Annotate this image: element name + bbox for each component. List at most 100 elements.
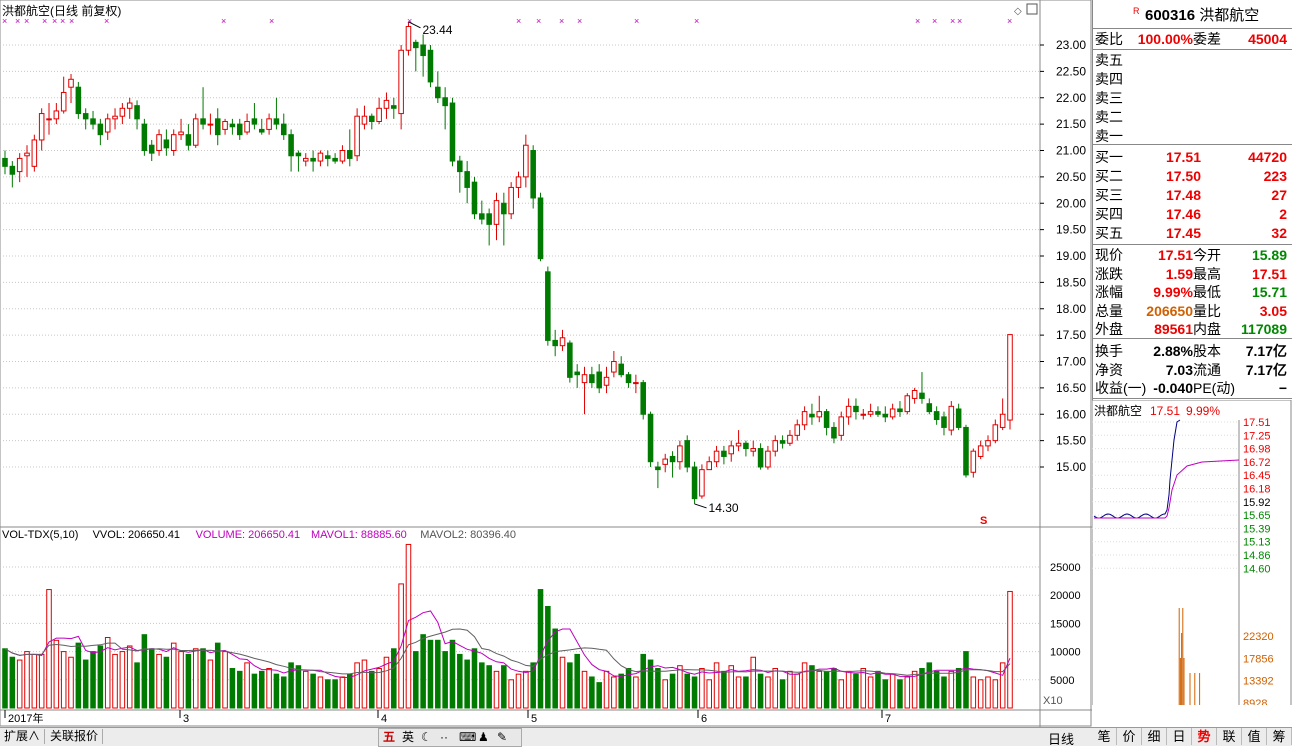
volume-bar bbox=[721, 670, 727, 709]
candle-body bbox=[464, 171, 470, 188]
sell-row[interactable]: 卖三 bbox=[1093, 89, 1291, 107]
candle bbox=[258, 118, 265, 135]
weibi-row: 委比 100.00% 委差 45004 bbox=[1093, 30, 1291, 48]
ime-item[interactable]: ·· bbox=[440, 729, 448, 745]
stat-row: 涨幅 9.99% 最低 15.71 bbox=[1093, 283, 1291, 301]
candle-body bbox=[596, 371, 602, 389]
buy-row[interactable]: 买四 17.46 2 bbox=[1093, 205, 1291, 223]
candle bbox=[97, 118, 104, 146]
volume-bar bbox=[369, 670, 375, 709]
mini-price-tick: 16.98 bbox=[1243, 444, 1271, 456]
candle bbox=[735, 430, 742, 452]
price-tick-label: 22.00 bbox=[1056, 91, 1086, 105]
stat-label: 现价 bbox=[1095, 247, 1123, 263]
mini-vol-tick: 8928 bbox=[1243, 698, 1267, 705]
volume-bar bbox=[442, 651, 448, 709]
candle-body bbox=[559, 337, 566, 347]
candle bbox=[640, 379, 646, 420]
ime-item[interactable]: ☾ bbox=[421, 729, 432, 745]
volume-tick-label: 5000 bbox=[1050, 675, 1074, 687]
tab-3[interactable]: 日 bbox=[1167, 728, 1192, 745]
period-label[interactable]: 日线 bbox=[1048, 729, 1074, 748]
volume-bar bbox=[280, 676, 287, 709]
buy-row[interactable]: 买三 17.48 27 bbox=[1093, 186, 1291, 204]
signal-marker: × bbox=[2, 16, 7, 26]
candle-body bbox=[904, 395, 911, 413]
candle-body bbox=[515, 176, 522, 188]
candle bbox=[464, 161, 470, 204]
candle bbox=[435, 71, 441, 104]
candle-body bbox=[640, 382, 646, 415]
ime-item[interactable]: ♟ bbox=[478, 729, 489, 745]
panel-separator bbox=[1093, 338, 1292, 339]
candle-body bbox=[574, 371, 580, 376]
volume-bar bbox=[801, 662, 808, 709]
candle bbox=[332, 153, 338, 164]
candle-body bbox=[207, 123, 214, 126]
price-tick-label: 17.00 bbox=[1056, 355, 1086, 369]
buy-row[interactable]: 买五 17.45 32 bbox=[1093, 224, 1291, 242]
price-tick-label: 19.00 bbox=[1056, 249, 1086, 263]
buy-row[interactable]: 买二 17.50 223 bbox=[1093, 167, 1291, 185]
candle-body bbox=[919, 392, 925, 399]
stat-value: 1.59 bbox=[1165, 265, 1193, 282]
sell-row[interactable]: 卖一 bbox=[1093, 127, 1291, 145]
sell-row[interactable]: 卖二 bbox=[1093, 108, 1291, 126]
volume-bar bbox=[860, 668, 867, 709]
price-tick-label: 18.50 bbox=[1056, 275, 1086, 289]
candle bbox=[493, 192, 500, 241]
candle-body bbox=[405, 26, 412, 51]
date-label: 3 bbox=[183, 713, 189, 725]
tab-5[interactable]: 联 bbox=[1217, 728, 1242, 745]
stock-code: 600316 bbox=[1145, 7, 1196, 24]
sell-row[interactable]: 卖五 bbox=[1093, 51, 1291, 69]
expand-button[interactable]: 扩展∧ bbox=[0, 729, 46, 744]
volume-bar bbox=[134, 662, 140, 709]
weibi-label: 委比 bbox=[1095, 31, 1123, 47]
intraday-mini-chart[interactable]: 洪都航空 17.51 9.99%17.5117.2516.9816.7216.451… bbox=[1092, 400, 1292, 705]
s-marker: S bbox=[980, 515, 987, 527]
candle bbox=[200, 87, 206, 130]
stat-value: 206650 bbox=[1146, 302, 1193, 319]
volume-bar bbox=[669, 673, 676, 709]
candle bbox=[750, 440, 757, 457]
candle bbox=[853, 398, 859, 420]
signal-marker: × bbox=[42, 16, 47, 26]
sell-row[interactable]: 卖四 bbox=[1093, 70, 1291, 88]
candle bbox=[809, 403, 815, 425]
candle bbox=[126, 97, 133, 119]
candle-body bbox=[845, 405, 852, 418]
buy-row[interactable]: 买一 17.51 44720 bbox=[1093, 148, 1291, 166]
stat-label: 最高 bbox=[1193, 265, 1221, 282]
tab-0[interactable]: 笔 bbox=[1092, 728, 1117, 745]
volume-bar bbox=[178, 651, 184, 709]
candle-body bbox=[963, 426, 969, 476]
candle bbox=[9, 161, 16, 188]
ime-item[interactable]: ⌨ bbox=[459, 729, 476, 745]
low-label: 14.30 bbox=[709, 501, 739, 515]
ime-item[interactable]: ✎ bbox=[497, 729, 507, 745]
candle bbox=[743, 440, 749, 457]
ime-item[interactable]: 五 bbox=[383, 729, 395, 745]
tab-6[interactable]: 值 bbox=[1242, 728, 1267, 745]
volume-bar bbox=[251, 673, 258, 709]
related-quote-button[interactable]: 关联报价 bbox=[46, 729, 104, 744]
volume-bar bbox=[148, 648, 155, 709]
volume-bar bbox=[772, 668, 779, 709]
candle-body bbox=[244, 120, 250, 133]
volume-bar bbox=[170, 642, 177, 709]
maximize-icon[interactable] bbox=[1026, 3, 1038, 15]
candle-body bbox=[413, 41, 419, 49]
fundamental-value: 7.17亿 bbox=[1245, 361, 1287, 378]
candle-body bbox=[391, 105, 397, 109]
tab-4[interactable]: 势 bbox=[1192, 728, 1217, 745]
tab-2[interactable]: 细 bbox=[1142, 728, 1167, 745]
candle-body bbox=[794, 424, 801, 436]
volume-bar bbox=[787, 670, 793, 709]
tab-7[interactable]: 筹 bbox=[1267, 728, 1292, 745]
candle bbox=[523, 134, 529, 188]
tab-1[interactable]: 价 bbox=[1117, 728, 1142, 745]
buy-price: 17.50 bbox=[1165, 168, 1201, 184]
kline-chart[interactable]: 23.00 22.50 22.00 21.50 21.00 20.50 20.00 19.50… bbox=[0, 0, 1092, 727]
ime-item[interactable]: 英 bbox=[402, 729, 414, 745]
